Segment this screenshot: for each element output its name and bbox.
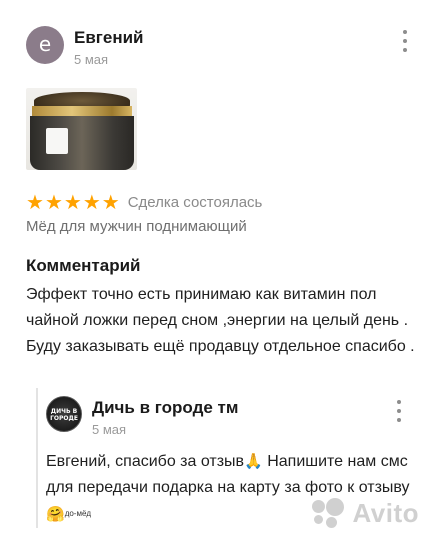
deal-status: Сделка состоялась <box>127 193 263 211</box>
avito-logo-icon <box>312 498 346 528</box>
rating-row: ★ ★ ★ ★ ★ Сделка состоялась <box>26 190 262 214</box>
product-title[interactable]: Мёд для мужчин поднимающий <box>26 218 247 235</box>
seller-name[interactable]: Дичь в городе тм <box>92 398 238 418</box>
hug-emoji-icon: 🤗 <box>46 505 65 523</box>
sticker-text: до-мёд <box>64 509 92 518</box>
author-name[interactable]: Евгений <box>74 28 144 48</box>
reply-more-vertical-icon[interactable] <box>394 400 404 422</box>
seller-logo[interactable]: ДИЧЬ В ГОРОДЕ <box>46 396 82 432</box>
review-header: е Евгений 5 мая <box>26 26 416 70</box>
review-photo[interactable] <box>26 88 137 170</box>
avito-watermark: Avito <box>312 496 419 530</box>
star-icon: ★ <box>63 190 82 214</box>
reply-text-part1: Евгений, спасибо за отзыв <box>46 453 245 470</box>
reply-divider <box>36 388 38 528</box>
reply-date: 5 мая <box>92 422 127 437</box>
more-vertical-icon[interactable] <box>400 30 410 52</box>
star-icon: ★ <box>82 190 101 214</box>
review-date: 5 мая <box>74 52 109 67</box>
star-icon: ★ <box>44 190 63 214</box>
comment-text: Эффект точно есть принимаю как витамин п… <box>26 286 415 355</box>
rating-stars: ★ ★ ★ ★ ★ <box>26 192 120 212</box>
jar-label <box>46 128 68 154</box>
star-icon: ★ <box>26 190 44 214</box>
comment-heading: Комментарий <box>26 256 141 275</box>
pray-emoji-icon: 🙏 <box>244 452 263 470</box>
avatar[interactable]: е <box>26 26 64 64</box>
watermark-text: Avito <box>352 497 419 528</box>
star-icon: ★ <box>101 190 120 214</box>
